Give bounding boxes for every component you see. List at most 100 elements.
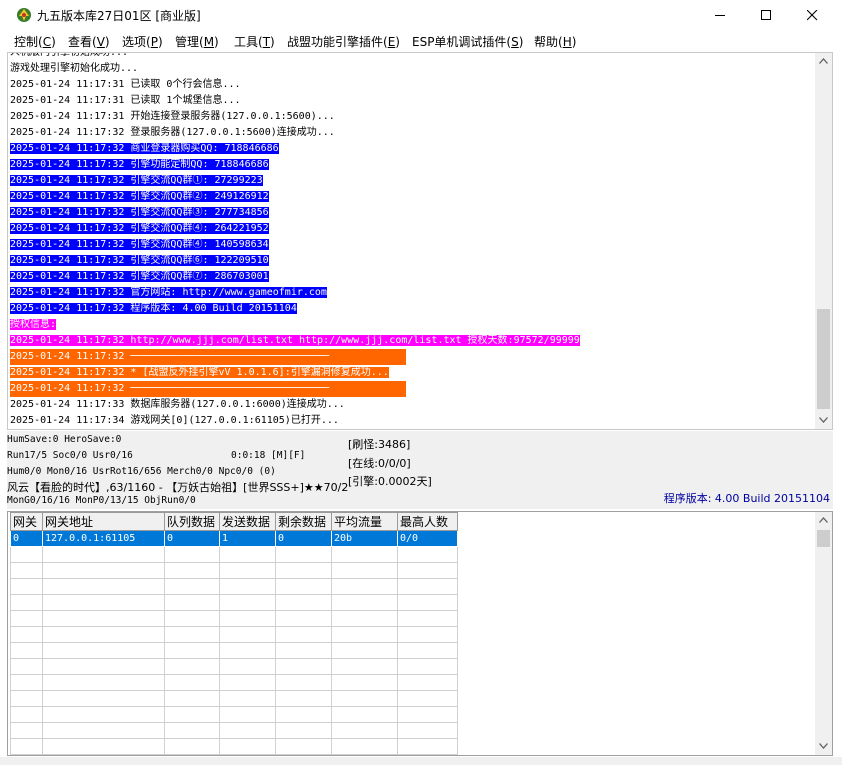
table-cell: 1: [219, 530, 276, 547]
app-icon: [17, 8, 31, 22]
log-line-text: 2025-01-24 11:17:32 引擎交流QQ群④: 264221952: [10, 223, 269, 234]
table-row-empty: [10, 626, 458, 643]
table-cell-empty: [42, 642, 165, 659]
table-cell-empty: [42, 546, 165, 563]
log-scroll-thumb[interactable]: [817, 309, 830, 409]
table-cell-empty: [42, 562, 165, 579]
table-row-empty: [10, 594, 458, 611]
log-line-text: 游戏处理引擎初始化成功...: [10, 63, 139, 74]
log-line-text: 2025-01-24 11:17:32 引擎交流QQ群③: 277734856: [10, 207, 269, 218]
table-cell-empty: [10, 562, 43, 579]
log-line-text: 人机版门引擎初始成功...: [10, 52, 129, 58]
column-header[interactable]: 队列数据: [164, 512, 220, 531]
table-cell-empty: [10, 690, 43, 707]
grid-scroll-thumb[interactable]: [817, 530, 830, 547]
column-header[interactable]: 网关: [10, 512, 43, 531]
table-cell-empty: [397, 642, 458, 659]
table-cell-empty: [219, 642, 276, 659]
table-cell-empty: [164, 690, 220, 707]
title-bar[interactable]: 九五版本库27日01区 [商业版]: [0, 0, 842, 31]
status-map: 风云【看脸的时代】,63/1160 - 【万妖古始祖】[世界SSS+]★★70/…: [7, 481, 349, 494]
window-bottom-edge: [0, 757, 842, 765]
column-header[interactable]: 网关地址: [42, 512, 165, 531]
table-cell-empty: [42, 706, 165, 723]
table-cell-empty: [331, 690, 398, 707]
grid-scroll-up-button[interactable]: [815, 512, 832, 529]
log-line-text: 2025-01-24 11:17:32 引擎交流QQ群⑦: 286703001: [10, 271, 269, 282]
table-cell-empty: [331, 562, 398, 579]
log-line: 2025-01-24 11:17:32 程序版本: 4.00 Build 201…: [10, 301, 816, 317]
version-label: 程序版本: 4.00 Build 20151104: [663, 492, 830, 505]
table-cell-empty: [42, 594, 165, 611]
table-cell-empty: [219, 738, 276, 755]
table-cell-empty: [164, 642, 220, 659]
table-row[interactable]: 0 127.0.0.1:61105 0 1 0 20b 0/0: [10, 530, 458, 547]
menu-options[interactable]: 选项(P): [122, 33, 163, 50]
table-cell-empty: [397, 658, 458, 675]
log-line: 2025-01-24 11:17:34 游戏网关[0](127.0.0.1:61…: [10, 413, 816, 429]
table-cell-empty: [10, 706, 43, 723]
grid-scrollbar[interactable]: [815, 512, 832, 755]
menu-bar: 控制(C) 查看(V) 选项(P) 管理(M) 工具(T) 战盟功能引擎插件(E…: [0, 31, 842, 51]
table-row-empty: [10, 546, 458, 563]
table-cell-empty: [331, 578, 398, 595]
table-cell-empty: [219, 674, 276, 691]
menu-esp-debug[interactable]: ESP单机调试插件(S): [412, 33, 523, 50]
log-line: 2025-01-24 11:17:32 ────────────────────…: [10, 381, 816, 397]
menu-view[interactable]: 查看(V): [68, 33, 110, 50]
table-cell-empty: [164, 546, 220, 563]
window-title: 九五版本库27日01区 [商业版]: [37, 9, 201, 23]
table-cell-empty: [219, 658, 276, 675]
minimize-button[interactable]: [698, 0, 744, 31]
column-header[interactable]: 平均流量: [331, 512, 398, 531]
scroll-down-button[interactable]: [815, 412, 832, 429]
menu-help[interactable]: 帮助(H): [534, 33, 576, 50]
table-cell-empty: [275, 706, 332, 723]
table-cell-empty: [10, 610, 43, 627]
maximize-icon: [761, 10, 771, 20]
menu-control[interactable]: 控制(C): [14, 33, 56, 50]
log-scrollbar[interactable]: [815, 53, 832, 429]
column-header[interactable]: 剩余数据: [275, 512, 332, 531]
status-monsters: MonG0/16/16 MonP0/13/15 ObjRun0/0: [7, 495, 196, 506]
table-cell-empty: [219, 722, 276, 739]
log-line-text: 2025-01-24 11:17:32 引擎功能定制QQ: 718846686: [10, 159, 269, 170]
log-line-text: 2025-01-24 11:17:31 已读取 1个城堡信息...: [10, 95, 241, 106]
table-row-empty: [10, 610, 458, 627]
status-online: [在线:0/0/0]: [348, 457, 411, 470]
menu-tools[interactable]: 工具(T): [234, 33, 275, 50]
table-cell-empty: [219, 690, 276, 707]
log-line: 2025-01-24 11:17:32 引擎功能定制QQ: 718846686: [10, 157, 816, 173]
log-line-text: 2025-01-24 11:17:32 程序版本: 4.00 Build 201…: [10, 303, 297, 314]
table-cell-empty: [219, 610, 276, 627]
log-line-text: 2025-01-24 11:17:32 登录服务器(127.0.0.1:5600…: [10, 127, 335, 138]
column-header[interactable]: 最高人数: [397, 512, 458, 531]
maximize-button[interactable]: [744, 0, 790, 31]
column-header[interactable]: 发送数据: [219, 512, 276, 531]
log-line: 2025-01-24 11:17:32 引擎交流QQ群①: 27299223: [10, 173, 816, 189]
status-run: Run17/5 Soc0/0 Usr0/16: [7, 450, 133, 461]
table-cell-empty: [42, 690, 165, 707]
menu-manage[interactable]: 管理(M): [175, 33, 219, 50]
log-line-text: 授权信息:: [10, 319, 57, 330]
log-panel[interactable]: 人机版门引擎初始成功... 游戏处理引擎初始化成功... 2025-01-24 11…: [7, 52, 833, 430]
table-cell-empty: [397, 706, 458, 723]
table-cell-empty: [10, 546, 43, 563]
table-cell-empty: [219, 594, 276, 611]
log-line: 2025-01-24 11:17:32 引擎交流QQ群③: 277734856: [10, 205, 816, 221]
menu-plugin-engine[interactable]: 战盟功能引擎插件(E): [287, 33, 400, 50]
log-line: 2025-01-24 11:17:31 开始连接登录服务器(127.0.0.1:…: [10, 109, 816, 125]
status-humans: Hum0/0 Mon0/16 UsrRot16/656 Merch0/0 Npc…: [7, 466, 276, 477]
close-button[interactable]: [790, 0, 836, 31]
grid-scroll-down-button[interactable]: [815, 738, 832, 755]
table-cell-empty: [219, 578, 276, 595]
table-cell-empty: [10, 642, 43, 659]
log-line: 2025-01-24 11:17:33 数据库服务器(127.0.0.1:600…: [10, 397, 816, 413]
scroll-up-button[interactable]: [815, 53, 832, 70]
table-cell-empty: [275, 546, 332, 563]
gateway-grid[interactable]: 网关 网关地址 队列数据 发送数据 剩余数据 平均流量 最高人数 0 127.0.0.1:61…: [7, 511, 833, 756]
table-cell-empty: [331, 546, 398, 563]
log-line-text: 2025-01-24 11:17:31 已读取 0个行会信息...: [10, 79, 241, 90]
table-cell-empty: [164, 674, 220, 691]
table-cell-empty: [10, 674, 43, 691]
